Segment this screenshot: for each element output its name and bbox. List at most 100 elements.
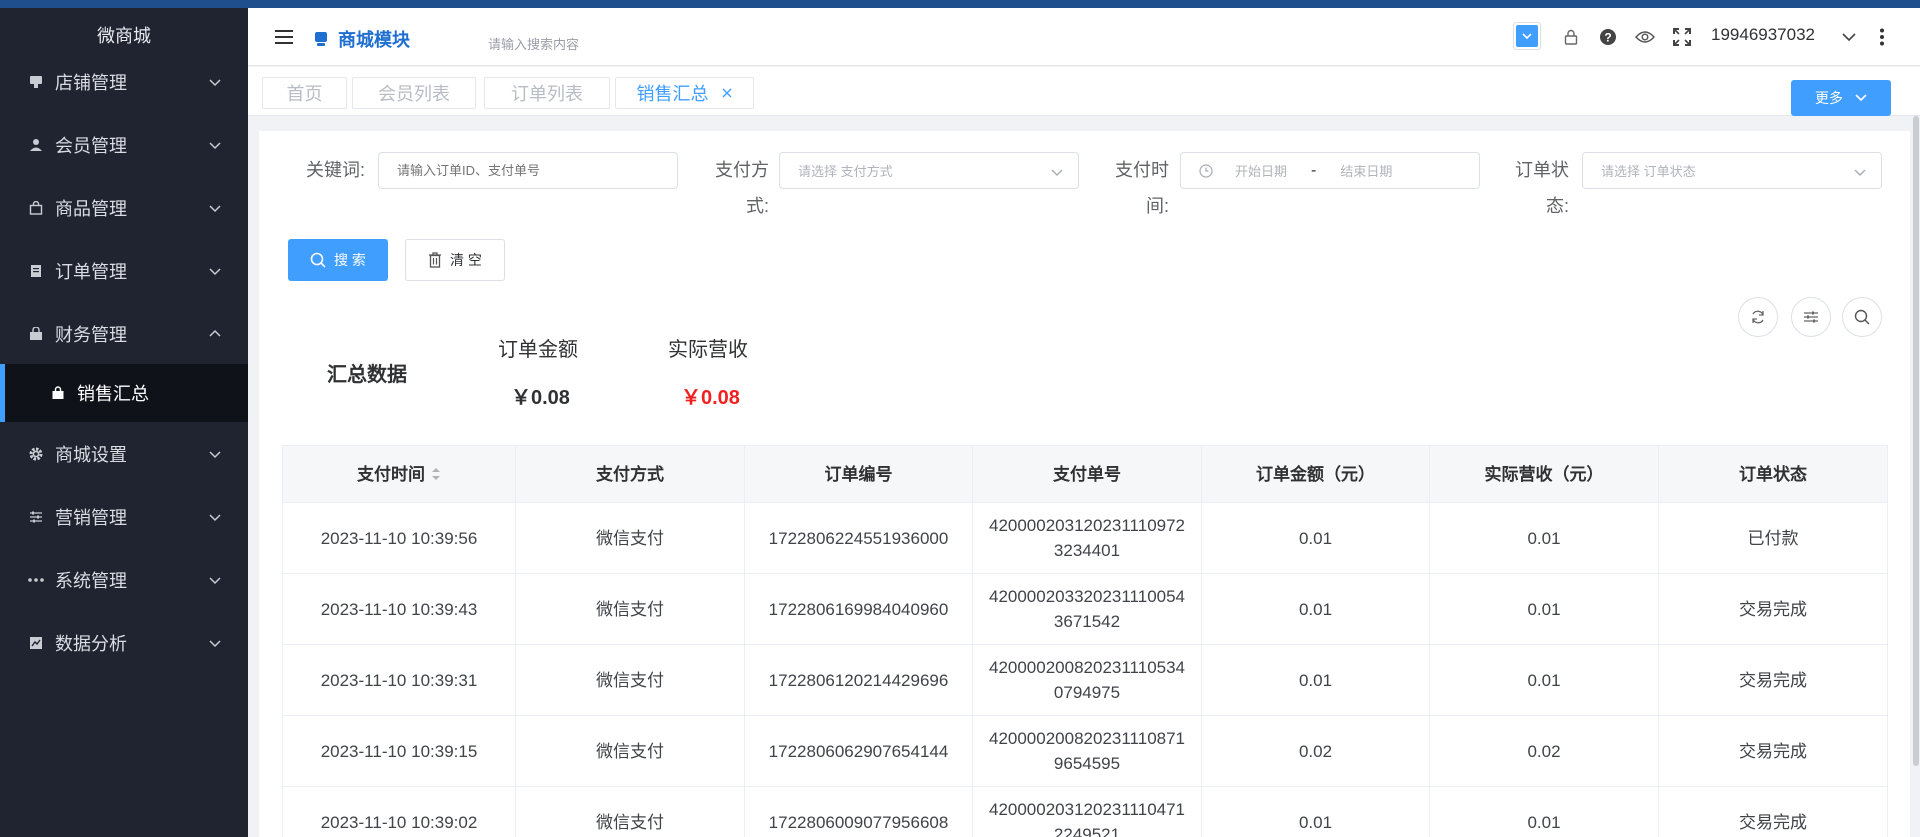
pay-no-text: 420000203120231110972 3234401 xyxy=(988,516,1186,560)
tab-label: 销售汇总 xyxy=(636,84,709,104)
toggle-search-button[interactable] xyxy=(1842,297,1882,337)
eye-icon[interactable] xyxy=(1634,26,1656,48)
cell-order-status: 交易完成 xyxy=(1658,787,1888,837)
cell-pay-time: 2023-11-10 10:39:02 xyxy=(282,787,515,837)
cell-order-no: 1722806120214429696 xyxy=(744,645,972,715)
start-date-input[interactable]: 开始日期 xyxy=(1235,161,1287,180)
col-header-actual-revenue: 实际营收（元） xyxy=(1429,446,1658,502)
cell-actual-revenue: 0.02 xyxy=(1429,716,1658,786)
cell-pay-no: 420000203120231110972 3234401 xyxy=(972,503,1201,573)
sidebar-item-label: 财务管理 xyxy=(55,324,127,345)
cell-order-amount: 0.01 xyxy=(1201,645,1429,715)
tab-sales-summary[interactable]: 销售汇总 xyxy=(615,77,754,109)
sidebar-item-finance[interactable]: 财务管理 xyxy=(0,302,248,365)
sidebar-item-label: 会员管理 xyxy=(55,135,127,156)
lock-icon[interactable] xyxy=(1560,26,1582,48)
paymethod-select[interactable]: 请选择 支付方式 xyxy=(779,152,1079,189)
refresh-button[interactable] xyxy=(1738,297,1778,337)
sidebar-item-members[interactable]: 会员管理 xyxy=(0,113,248,176)
status-placeholder: 请选择 订单状态 xyxy=(1601,164,1696,179)
module-title[interactable]: 商城模块 xyxy=(314,26,410,52)
keyword-input[interactable] xyxy=(379,153,677,188)
header-search-input[interactable] xyxy=(488,32,708,56)
gear-icon xyxy=(28,446,44,462)
chevron-down-icon xyxy=(209,450,221,458)
main-content: 关键词: 支付方 式: 请选择 支付方式 支付时 间: 开始日期 - 结束日期 … xyxy=(259,131,1910,837)
sort-icon[interactable] xyxy=(431,466,441,482)
order-amount-label: 订单金额 xyxy=(498,339,578,361)
clear-button[interactable]: 清 空 xyxy=(405,239,505,281)
menu-toggle-icon[interactable] xyxy=(275,30,293,44)
paymethod-placeholder: 请选择 支付方式 xyxy=(798,164,893,179)
order-icon xyxy=(28,263,44,279)
table-row[interactable]: 2023-11-10 10:39:31 微信支付 172280612021442… xyxy=(282,644,1888,715)
cell-actual-revenue: 0.01 xyxy=(1429,574,1658,644)
chevron-down-icon xyxy=(209,78,221,86)
status-label: 订单状 xyxy=(1515,160,1569,180)
col-header-order-status: 订单状态 xyxy=(1658,446,1888,502)
fullscreen-icon[interactable] xyxy=(1671,26,1693,48)
column-settings-button[interactable] xyxy=(1791,297,1831,337)
clock-icon xyxy=(1199,163,1213,178)
paytime-label: 支付时 xyxy=(1115,160,1169,180)
cell-pay-no: 420000203320231110054 3671542 xyxy=(972,574,1201,644)
cell-order-status: 交易完成 xyxy=(1658,716,1888,786)
kebab-menu-icon[interactable] xyxy=(1871,26,1893,48)
active-indicator xyxy=(0,364,5,422)
end-date-input[interactable]: 结束日期 xyxy=(1340,161,1392,180)
chart-icon xyxy=(28,635,44,651)
col-header-pay-time[interactable]: 支付时间 xyxy=(282,446,515,502)
more-button[interactable]: 更多 xyxy=(1791,80,1891,116)
col-header-order-amount: 订单金额（元） xyxy=(1201,446,1429,502)
sidebar-item-sales-summary[interactable]: 销售汇总 xyxy=(0,364,248,422)
cell-order-status: 已付款 xyxy=(1658,503,1888,573)
help-icon[interactable]: ? xyxy=(1597,26,1619,48)
close-icon[interactable] xyxy=(721,87,733,99)
table-row[interactable]: 2023-11-10 10:39:02 微信支付 172280600907795… xyxy=(282,786,1888,837)
clear-button-label: 清 空 xyxy=(450,252,482,268)
header-dropdown-button[interactable] xyxy=(1513,22,1541,50)
chevron-down-icon xyxy=(1522,33,1532,40)
sidebar-item-label: 销售汇总 xyxy=(77,384,149,404)
chevron-down-icon[interactable] xyxy=(1838,26,1860,48)
sidebar-item-shop[interactable]: 店铺管理 xyxy=(0,50,248,113)
status-select[interactable]: 请选择 订单状态 xyxy=(1582,152,1882,189)
table-row[interactable]: 2023-11-10 10:39:56 微信支付 172280622455193… xyxy=(282,502,1888,573)
col-header-pay-no: 支付单号 xyxy=(972,446,1201,502)
chevron-down-icon xyxy=(209,267,221,275)
sidebar-item-analytics[interactable]: 数据分析 xyxy=(0,611,248,674)
chevron-down-icon xyxy=(209,639,221,647)
sidebar-item-products[interactable]: 商品管理 xyxy=(0,176,248,239)
more-label: 更多 xyxy=(1815,90,1843,106)
actual-revenue-value: ￥0.08 xyxy=(681,387,740,409)
tab-label: 订单列表 xyxy=(511,84,583,104)
search-button[interactable]: 搜 索 xyxy=(288,239,388,281)
keyword-label: 关键词: xyxy=(305,160,365,180)
cell-pay-time: 2023-11-10 10:39:15 xyxy=(282,716,515,786)
tab-order-list[interactable]: 订单列表 xyxy=(484,77,610,109)
cell-pay-time: 2023-11-10 10:39:56 xyxy=(282,503,515,573)
cell-order-no: 1722806169984040960 xyxy=(744,574,972,644)
chevron-down-icon xyxy=(209,204,221,212)
cell-order-status: 交易完成 xyxy=(1658,574,1888,644)
tab-member-list[interactable]: 会员列表 xyxy=(352,77,476,109)
chevron-down-icon xyxy=(209,513,221,521)
tab-home[interactable]: 首页 xyxy=(262,77,347,109)
more-icon xyxy=(28,572,44,588)
cell-pay-time: 2023-11-10 10:39:31 xyxy=(282,645,515,715)
table-row[interactable]: 2023-11-10 10:39:43 微信支付 172280616998404… xyxy=(282,573,1888,644)
table-row[interactable]: 2023-11-10 10:39:15 微信支付 172280606290765… xyxy=(282,715,1888,786)
username[interactable]: 19946937032 xyxy=(1711,25,1815,45)
finance-icon xyxy=(28,326,44,342)
sidebar-item-mall-settings[interactable]: 商城设置 xyxy=(0,422,248,485)
sidebar-item-orders[interactable]: 订单管理 xyxy=(0,239,248,302)
sidebar-item-system[interactable]: 系统管理 xyxy=(0,548,248,611)
vertical-scrollbar[interactable] xyxy=(1913,116,1919,766)
sidebar-item-marketing[interactable]: 营销管理 xyxy=(0,485,248,548)
date-range-picker[interactable]: 开始日期 - 结束日期 xyxy=(1180,152,1480,189)
paytime-label-cont: 间: xyxy=(1145,196,1169,216)
search-icon xyxy=(1854,309,1870,325)
sliders-icon xyxy=(1804,311,1818,323)
sidebar-item-label: 订单管理 xyxy=(55,261,127,282)
sidebar-item-label: 商品管理 xyxy=(55,198,127,219)
